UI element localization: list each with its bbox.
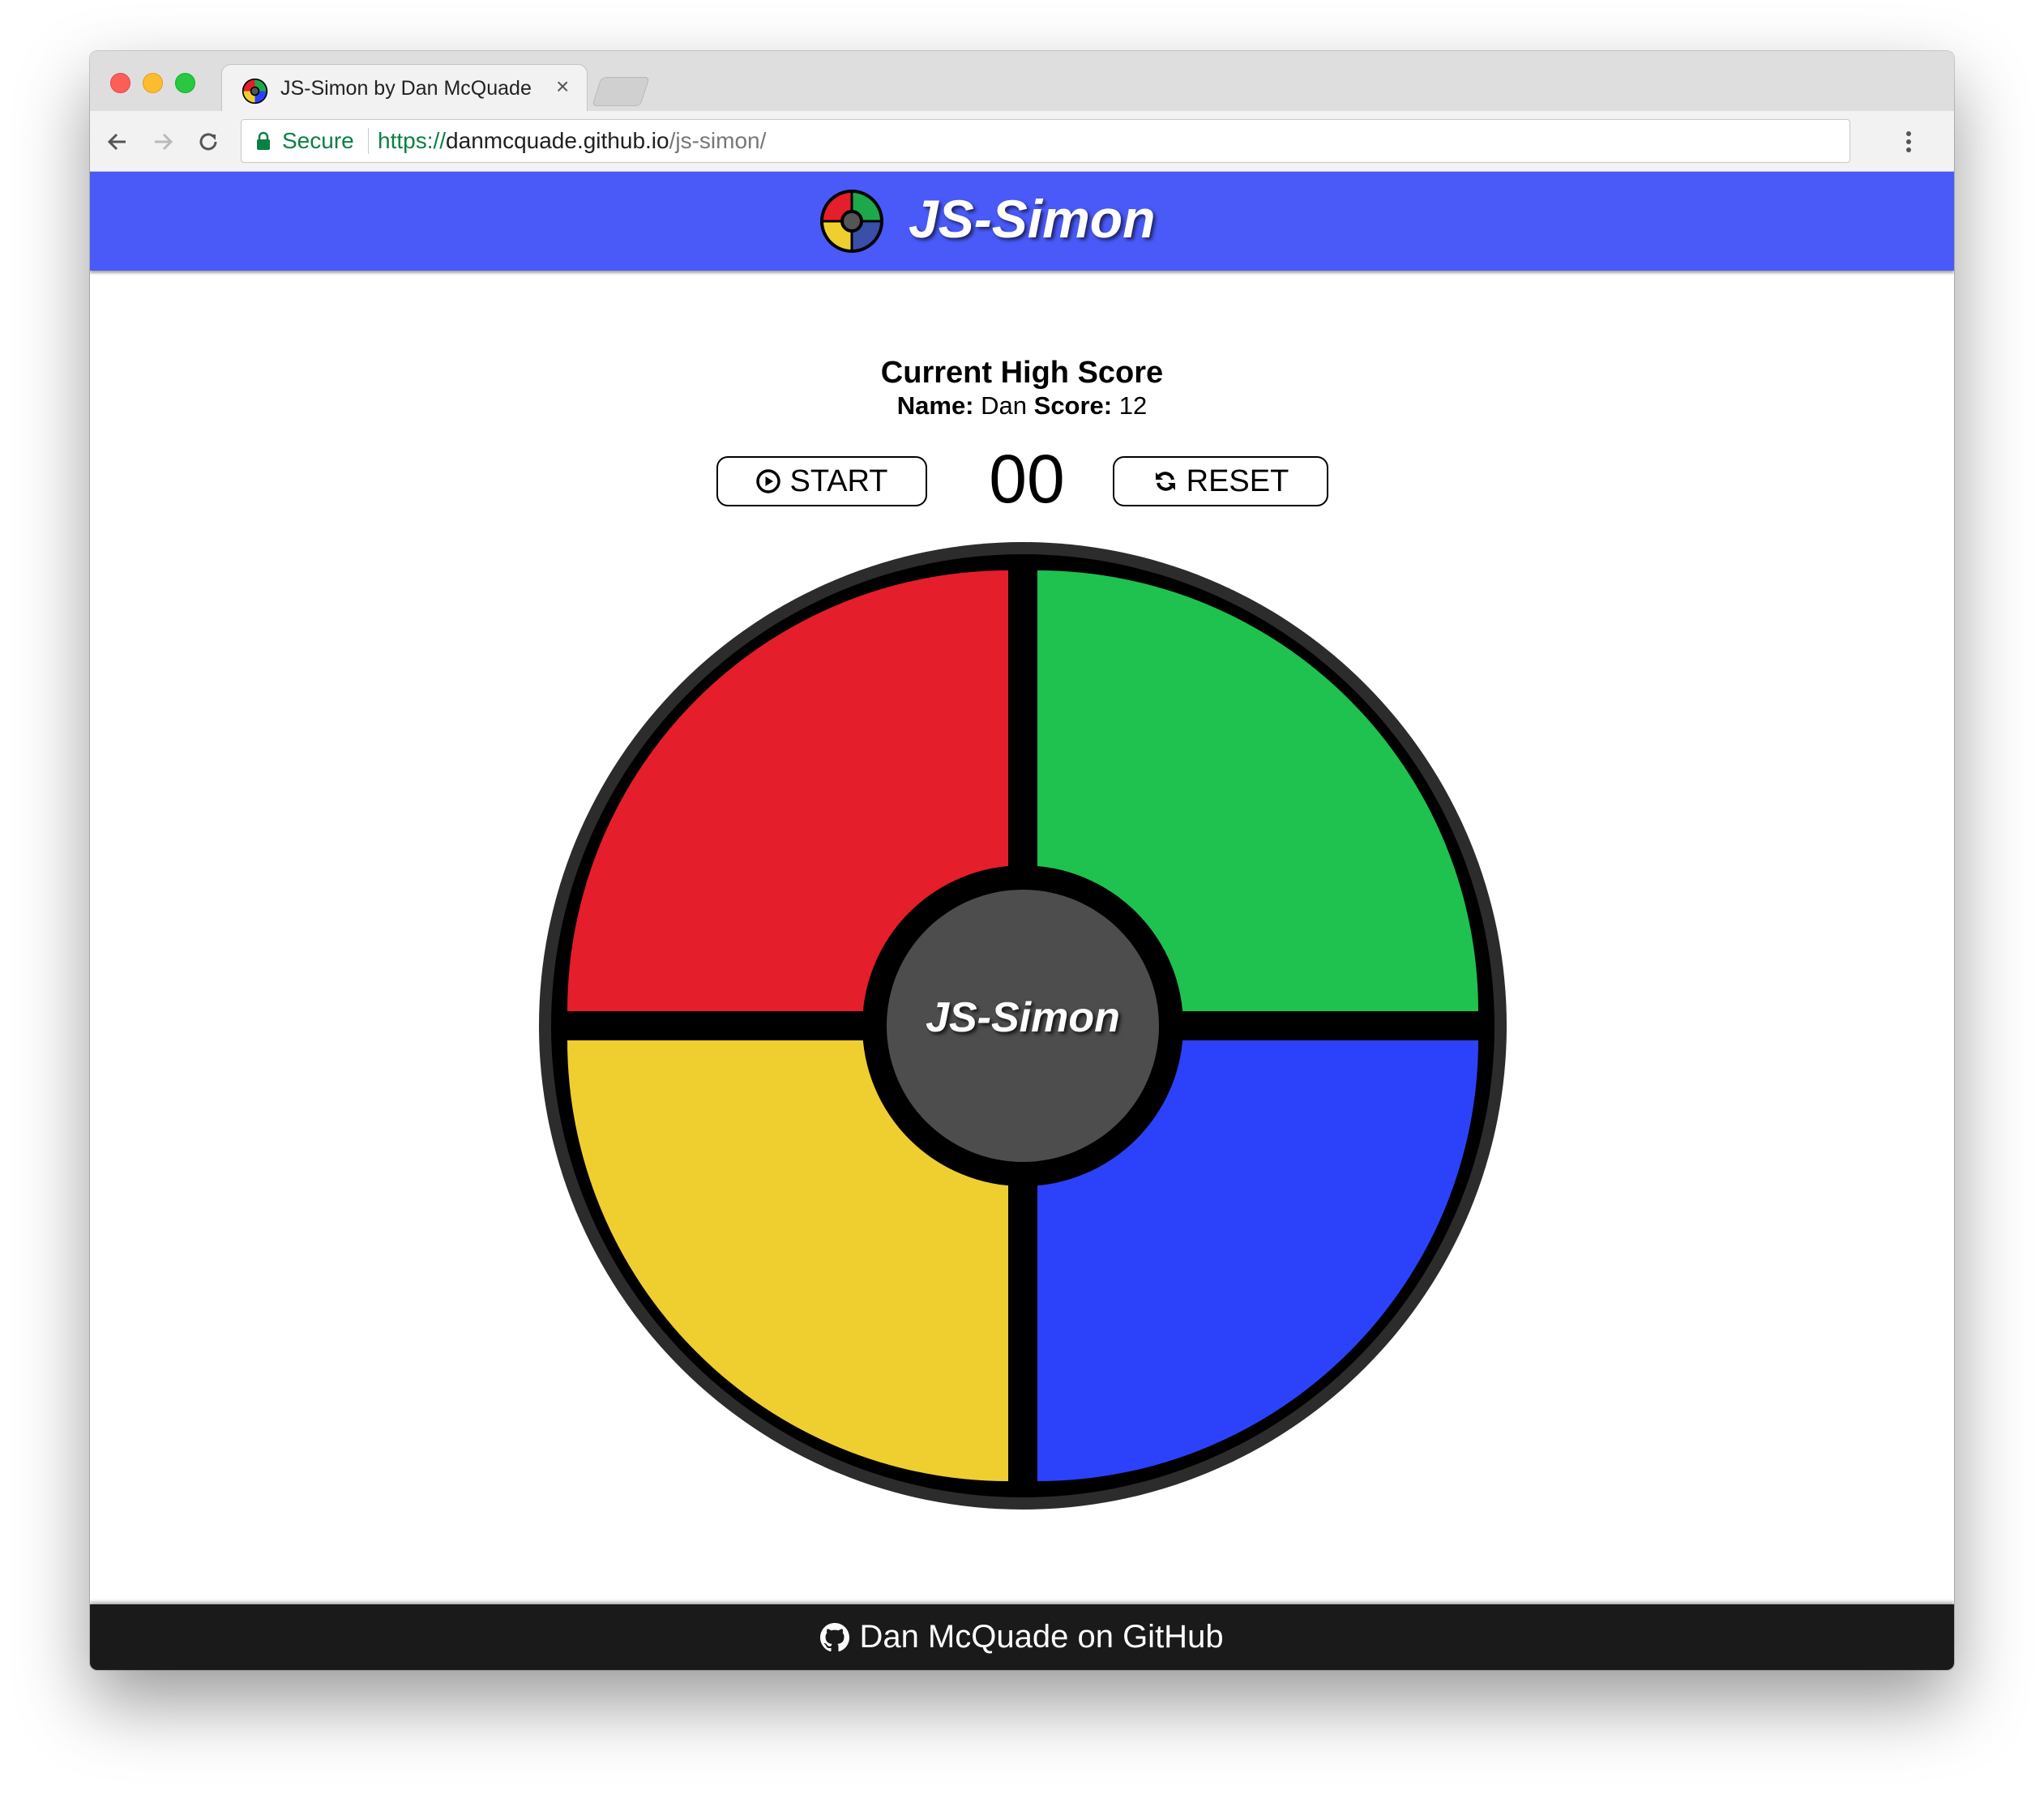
secure-label: Secure bbox=[282, 128, 354, 153]
site-title: JS-Simon bbox=[909, 189, 1156, 249]
lock-icon bbox=[257, 131, 270, 150]
new-tab-button[interactable] bbox=[592, 77, 650, 106]
url-host: danmcquade.github.io bbox=[446, 128, 669, 153]
reload-icon[interactable] bbox=[194, 127, 223, 156]
browser-window: JS-Simon by Dan McQuade × Secure https:/… bbox=[90, 51, 1954, 1670]
high-score-details: Name: Dan Score: 12 bbox=[90, 391, 1954, 421]
back-arrow-icon[interactable] bbox=[103, 127, 132, 156]
high-score-score-label: Score: bbox=[1033, 391, 1113, 420]
url-text: https://danmcquade.github.io/js-simon/ bbox=[378, 128, 766, 154]
browser-tab[interactable]: JS-Simon by Dan McQuade × bbox=[221, 64, 588, 113]
high-score-name-label: Name: bbox=[896, 391, 974, 420]
github-link-label: Dan McQuade on GitHub bbox=[859, 1619, 1224, 1655]
site-header: JS-Simon bbox=[90, 172, 1954, 271]
browser-toolbar: Secure https://danmcquade.github.io/js-s… bbox=[90, 111, 1954, 172]
forward-arrow-icon[interactable] bbox=[148, 127, 177, 156]
reset-button-label: RESET bbox=[1186, 463, 1289, 498]
omnibox-divider bbox=[368, 128, 369, 154]
site-footer: Dan McQuade on GitHub bbox=[90, 1604, 1954, 1670]
kebab-menu-icon[interactable] bbox=[1904, 127, 1914, 156]
high-score-value: 12 bbox=[1118, 391, 1148, 420]
tab-strip: JS-Simon by Dan McQuade × bbox=[90, 51, 1954, 113]
close-window-button[interactable] bbox=[110, 73, 130, 93]
start-button-label: START bbox=[789, 463, 888, 498]
tab-title: JS-Simon by Dan McQuade bbox=[280, 77, 532, 100]
simon-board bbox=[539, 542, 1507, 1510]
simon-favicon-icon bbox=[242, 78, 268, 105]
start-button[interactable]: START bbox=[716, 456, 927, 506]
reset-button[interactable]: RESET bbox=[1113, 456, 1328, 506]
url-path: /js-simon/ bbox=[669, 128, 767, 153]
github-link[interactable]: Dan McQuade on GitHub bbox=[90, 1619, 1954, 1655]
high-score-title: Current High Score bbox=[880, 356, 1164, 390]
github-icon bbox=[820, 1622, 850, 1651]
zoom-window-button[interactable] bbox=[175, 73, 195, 93]
address-bar[interactable]: Secure https://danmcquade.github.io/js-s… bbox=[241, 119, 1850, 163]
refresh-icon bbox=[1155, 472, 1175, 491]
tab-close-icon[interactable]: × bbox=[556, 74, 569, 100]
high-score-name: Dan bbox=[981, 391, 1028, 420]
simon-logo-icon bbox=[820, 190, 883, 253]
center-hub bbox=[887, 890, 1159, 1162]
minimize-window-button[interactable] bbox=[143, 73, 163, 93]
url-scheme: https:// bbox=[378, 128, 447, 153]
round-counter: 00 bbox=[989, 441, 1065, 517]
play-circle-icon bbox=[756, 469, 781, 493]
